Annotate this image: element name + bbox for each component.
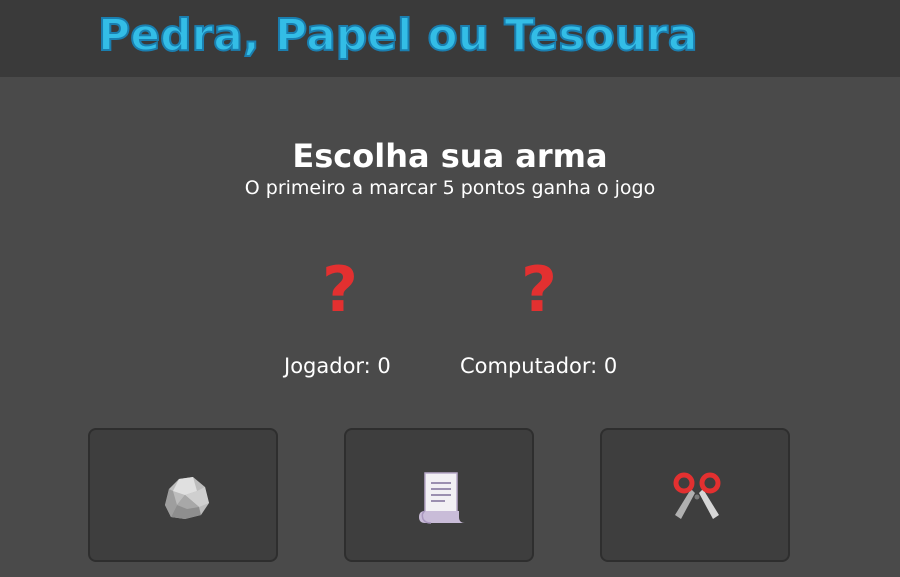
rock-button[interactable] [88, 428, 278, 562]
paper-button[interactable] [344, 428, 534, 562]
player-choice-question-icon: ? [322, 253, 358, 326]
player-score: Jogador: 0 [284, 354, 391, 378]
paper-scroll-icon [419, 472, 465, 524]
rock-icon [165, 477, 209, 519]
scissors-icon [673, 472, 721, 519]
scissors-button[interactable] [600, 428, 790, 562]
game-title: Pedra, Papel ou Tesoura [97, 9, 699, 62]
header-bar: Pedra, Papel ou Tesoura [0, 0, 900, 77]
computer-score: Computador: 0 [460, 354, 618, 378]
rules-subheading: O primeiro a marcar 5 pontos ganha o jog… [244, 177, 656, 199]
computer-choice-question-icon: ? [521, 253, 557, 326]
choose-weapon-heading: Escolha sua arma [292, 137, 608, 175]
